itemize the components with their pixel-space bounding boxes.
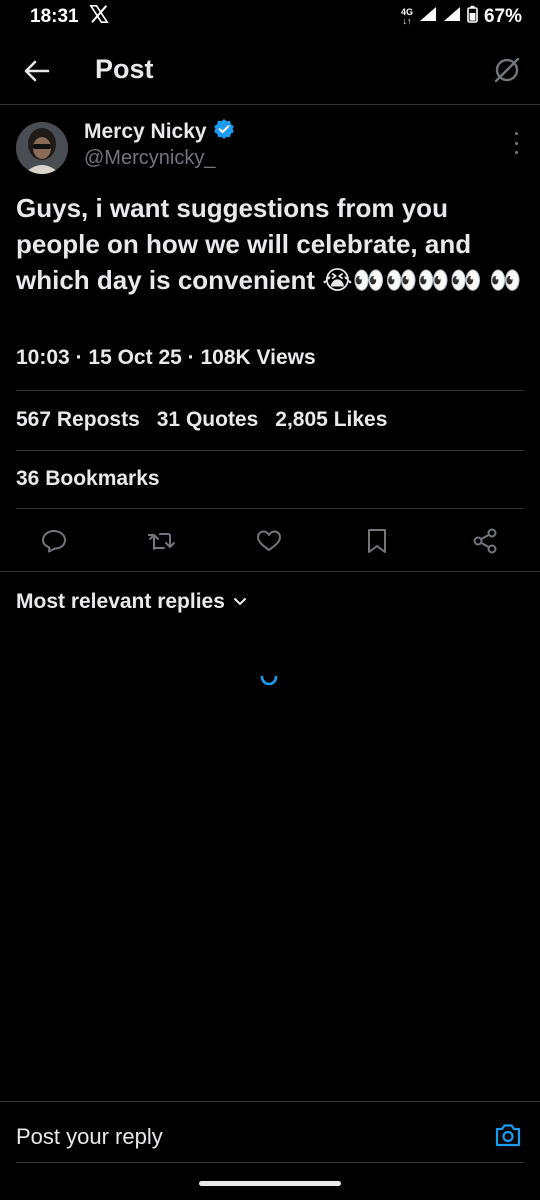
stats-row: 567 Reposts 31 Quotes 2,805 Likes xyxy=(16,408,387,432)
page-title: Post xyxy=(95,54,154,84)
reply-composer[interactable]: Post your reply xyxy=(0,1102,540,1162)
dot-icon xyxy=(514,141,518,145)
verified-badge-icon xyxy=(213,118,235,145)
reposts-count: 567 xyxy=(16,408,52,431)
bookmarks-divider xyxy=(16,508,524,509)
repost-icon xyxy=(148,533,175,550)
dot-icon xyxy=(514,132,518,135)
reposts-label: Reposts xyxy=(56,408,140,431)
likes-count: 2,805 xyxy=(275,408,328,431)
repost-button[interactable] xyxy=(147,526,177,556)
status-bar: 18:31 4G ↓↑ 67% xyxy=(0,0,540,34)
like-button[interactable] xyxy=(254,526,284,556)
post-time: 10:03 xyxy=(16,346,70,369)
dot-icon xyxy=(514,151,518,154)
quotes-label: Quotes xyxy=(185,408,259,431)
like-icon xyxy=(257,530,281,551)
post-meta: 10:03 · 15 Oct 25 · 108K Views xyxy=(16,346,316,370)
reply-icon xyxy=(42,530,66,553)
grok-icon xyxy=(494,57,520,83)
meta-separator: · xyxy=(187,346,195,369)
back-button[interactable] xyxy=(20,54,54,88)
status-time: 18:31 xyxy=(30,6,79,27)
meta-divider xyxy=(16,390,524,391)
author-name-row[interactable]: Mercy Nicky xyxy=(84,118,235,145)
bookmark-icon xyxy=(368,529,386,553)
replies-sort-dropdown[interactable]: Most relevant replies xyxy=(16,590,247,614)
network-label: 4G ↓↑ xyxy=(400,7,413,26)
post-body: Guys, i want suggestions from you people… xyxy=(16,193,483,295)
author-handle[interactable]: @Mercynicky_ xyxy=(84,147,215,170)
camera-icon xyxy=(495,1124,521,1147)
sort-label: Most relevant replies xyxy=(16,590,225,613)
status-left: 18:31 xyxy=(30,5,109,29)
home-indicator[interactable] xyxy=(199,1181,341,1186)
grok-button[interactable] xyxy=(490,53,524,87)
likes-stat[interactable]: 2,805 Likes xyxy=(275,408,387,432)
meta-separator: · xyxy=(75,346,83,369)
post-header: Post xyxy=(0,40,540,104)
reply-input[interactable]: Post your reply xyxy=(16,1124,163,1150)
signal-icon xyxy=(419,6,437,28)
chevron-down-icon xyxy=(233,598,246,605)
bookmarks-stat[interactable]: 36 Bookmarks xyxy=(16,467,160,491)
header-divider xyxy=(0,104,540,105)
share-icon xyxy=(473,528,497,554)
action-bar xyxy=(0,518,540,562)
avatar[interactable] xyxy=(16,122,68,174)
composer-bottom-divider xyxy=(16,1162,524,1163)
camera-button[interactable] xyxy=(494,1122,524,1150)
reposts-stat[interactable]: 567 Reposts xyxy=(16,408,140,432)
post-text: Guys, i want suggestions from you people… xyxy=(16,190,528,298)
battery-icon xyxy=(467,5,478,29)
likes-label: Likes xyxy=(333,408,388,431)
author-name[interactable]: Mercy Nicky xyxy=(84,120,207,144)
arrow-left-icon xyxy=(24,60,50,82)
x-logo-icon xyxy=(88,5,109,29)
post-views[interactable]: 108K Views xyxy=(201,346,316,369)
share-button[interactable] xyxy=(470,526,500,556)
signal-icon-2 xyxy=(443,6,461,28)
stats-divider xyxy=(16,450,524,451)
battery-percent: 67% xyxy=(483,6,522,27)
more-options-button[interactable] xyxy=(510,132,522,154)
bookmark-button[interactable] xyxy=(362,526,392,556)
loading-spinner-icon xyxy=(260,675,278,686)
quotes-count: 31 xyxy=(156,408,181,431)
quotes-stat[interactable]: 31 Quotes xyxy=(157,408,259,432)
reply-button[interactable] xyxy=(39,526,69,556)
post-body-tail: 👀 xyxy=(489,265,522,295)
bookmarks-label: Bookmarks xyxy=(45,467,160,490)
post-date: 15 Oct 25 xyxy=(88,346,182,369)
status-right: 4G ↓↑ 67% xyxy=(401,5,522,29)
bookmarks-count: 36 xyxy=(16,467,40,490)
actions-divider xyxy=(0,571,540,572)
